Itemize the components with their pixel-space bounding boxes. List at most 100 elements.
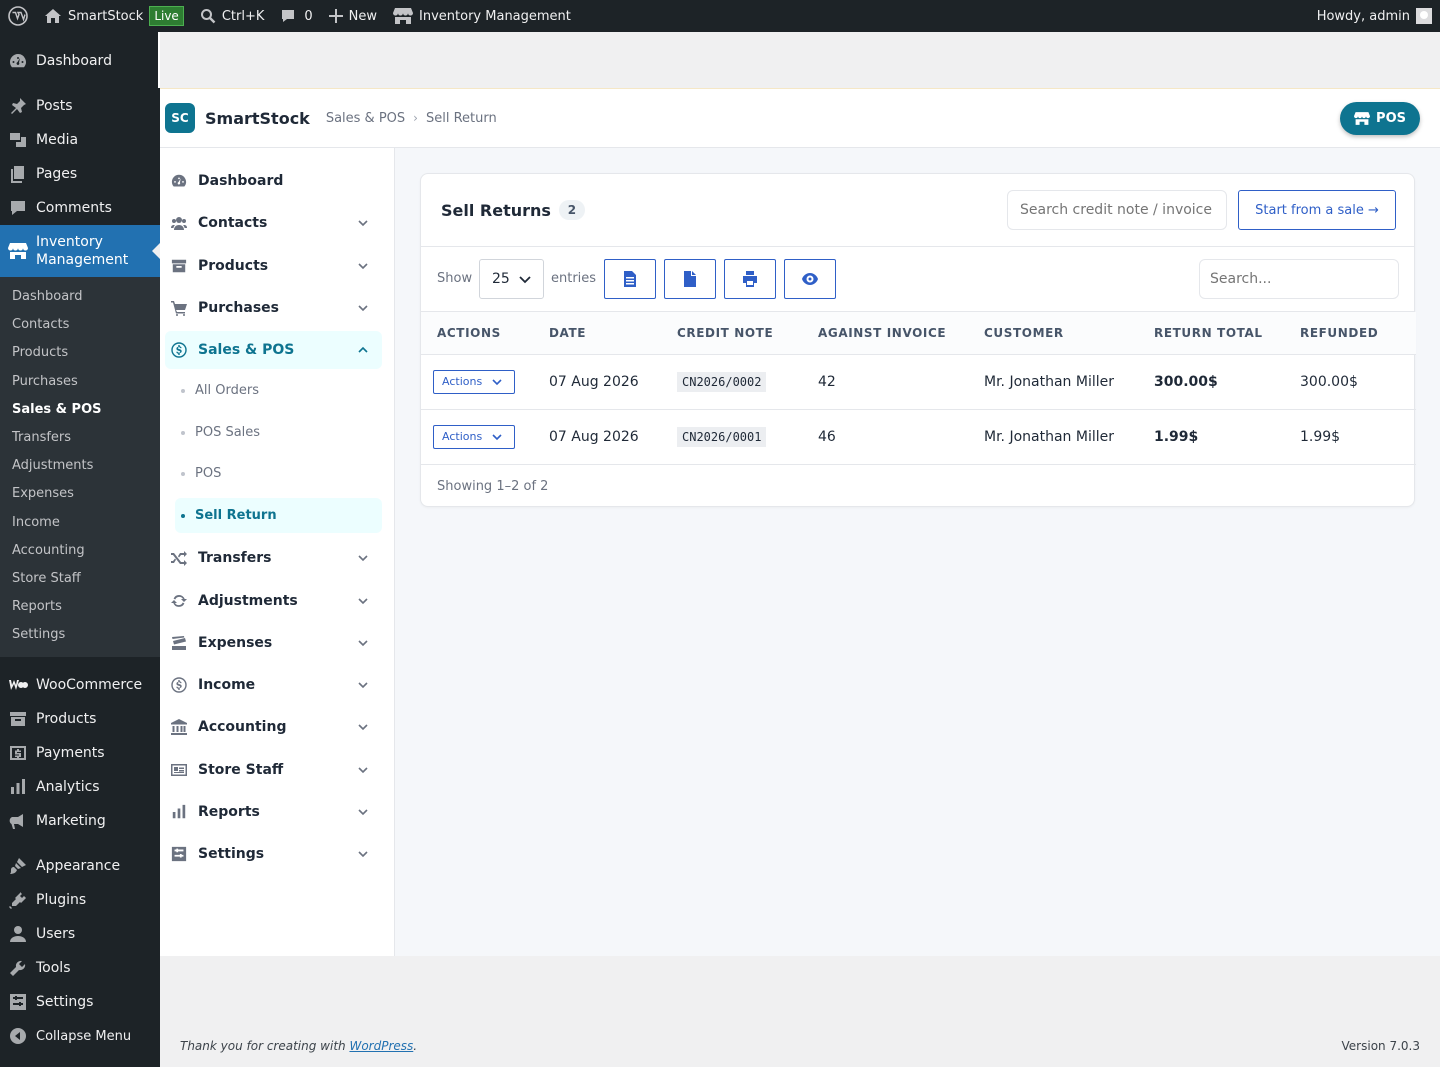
sidebar-item-contacts[interactable]: Contacts (165, 204, 382, 242)
wp-menu-products[interactable]: Products (0, 702, 160, 736)
wp-menu-dashboard[interactable]: Dashboard (0, 44, 160, 78)
sidebar-item-store-staff[interactable]: Store Staff (165, 751, 382, 789)
column-header-date[interactable]: DATE (549, 312, 677, 355)
column-header-against-invoice[interactable]: AGAINST INVOICE (818, 312, 984, 355)
sidebar-subitem-pos[interactable]: POS (175, 456, 382, 491)
sidebar-item-purchases[interactable]: Purchases (165, 289, 382, 327)
wp-submenu-store-staff[interactable]: Store Staff (0, 565, 160, 593)
table-toolbar: Show 25 entries (421, 247, 1414, 312)
wp-submenu-contacts[interactable]: Contacts (0, 311, 160, 339)
new-content-button[interactable]: New (321, 0, 385, 32)
wp-menu-payments[interactable]: Payments (0, 736, 160, 770)
sidebar-item-accounting[interactable]: Accounting (165, 708, 382, 746)
sidebar-item-label: Contacts (198, 215, 268, 231)
wp-submenu-income[interactable]: Income (0, 509, 160, 537)
wp-menu-settings[interactable]: Settings (0, 985, 160, 1019)
site-name-link[interactable]: SmartStock Live (36, 0, 192, 32)
sidebar-item-reports[interactable]: Reports (165, 793, 382, 831)
print-button[interactable] (724, 259, 776, 299)
wp-menu-posts[interactable]: Posts (0, 89, 160, 123)
wp-submenu-purchases[interactable]: Purchases (0, 368, 160, 396)
wp-submenu-settings[interactable]: Settings (0, 621, 160, 649)
sidebar-subitem-pos-sales[interactable]: POS Sales (175, 415, 382, 450)
sidebar-item-label: Expenses (198, 635, 273, 651)
sidebar-item-income[interactable]: Income (165, 666, 382, 704)
column-visibility-button[interactable] (784, 259, 836, 299)
column-header-return-total[interactable]: RETURN TOTAL (1154, 312, 1300, 355)
shortcut-label: Ctrl+K (221, 8, 265, 24)
chevron-down-icon (358, 763, 368, 774)
archive-icon (8, 709, 28, 729)
wordpress-link[interactable]: WordPress (349, 1039, 413, 1053)
start-from-sale-button[interactable]: Start from a sale → (1238, 190, 1396, 230)
export-pdf-button[interactable] (664, 259, 716, 299)
column-header-credit-note[interactable]: CREDIT NOTE (677, 312, 818, 355)
wp-submenu-accounting[interactable]: Accounting (0, 537, 160, 565)
sidebar-item-products[interactable]: Products (165, 247, 382, 285)
wp-menu-tools[interactable]: Tools (0, 951, 160, 985)
chevron-down-icon (492, 433, 502, 440)
wordpress-logo-icon[interactable] (0, 0, 36, 32)
sidebar-item-expenses[interactable]: Expenses (165, 624, 382, 662)
comments-link[interactable]: 0 (272, 0, 320, 32)
sidebar-item-adjustments[interactable]: Adjustments (165, 582, 382, 620)
pages-icon (8, 164, 28, 184)
credit-note-search-input[interactable] (1007, 190, 1227, 230)
collapse-menu-button[interactable]: Collapse Menu (0, 1019, 160, 1053)
chevron-down-icon (519, 276, 531, 284)
page-size-value: 25 (492, 271, 510, 287)
wp-menu-label: Media (36, 132, 79, 148)
brand-name: SmartStock (205, 108, 310, 128)
wp-menu-woocommerce[interactable]: WooCommerce (0, 668, 160, 702)
wp-menu-media[interactable]: Media (0, 123, 160, 157)
wp-submenu-reports[interactable]: Reports (0, 593, 160, 621)
dollar-circle-icon (170, 676, 188, 694)
woocommerce-icon (8, 675, 28, 695)
media-icon (8, 130, 28, 150)
wrench-icon (8, 958, 28, 978)
wp-menu-label: Posts (36, 98, 73, 114)
wp-menu-pages[interactable]: Pages (0, 157, 160, 191)
wp-submenu-dashboard[interactable]: Dashboard (0, 283, 160, 311)
sidebar-subitem-sell-return[interactable]: Sell Return (175, 498, 382, 533)
sidebar-subitem-all-orders[interactable]: All Orders (175, 373, 382, 408)
store-icon (393, 7, 414, 25)
wp-submenu-adjustments[interactable]: Adjustments (0, 452, 160, 480)
sidebar-item-sales-pos[interactable]: Sales & POS (165, 331, 382, 369)
new-label: New (348, 8, 378, 24)
wp-menu-users[interactable]: Users (0, 917, 160, 951)
my-account-link[interactable]: Howdy, admin (1317, 8, 1440, 24)
wp-menu-marketing[interactable]: Marketing (0, 804, 160, 838)
sidebar-item-transfers[interactable]: Transfers (165, 539, 382, 577)
column-header-refunded[interactable]: REFUNDED (1300, 312, 1416, 355)
pos-button-label: POS (1376, 111, 1406, 126)
breadcrumb-parent[interactable]: Sales & POS (326, 111, 405, 126)
row-actions-button[interactable]: Actions (433, 424, 515, 449)
inventory-management-link[interactable]: Inventory Management (385, 0, 579, 32)
count-badge: 2 (558, 200, 585, 220)
wp-menu-plugins[interactable]: Plugins (0, 883, 160, 917)
wp-menu-comments[interactable]: Comments (0, 191, 160, 225)
sidebar-item-settings[interactable]: Settings (165, 835, 382, 873)
wp-submenu-expenses[interactable]: Expenses (0, 480, 160, 508)
wp-menu-analytics[interactable]: Analytics (0, 770, 160, 804)
breadcrumb: Sales & POS › Sell Return (326, 111, 497, 126)
payments-icon (8, 743, 28, 763)
column-header-customer[interactable]: CUSTOMER (984, 312, 1154, 355)
table-search-input[interactable] (1199, 259, 1399, 299)
pos-button[interactable]: POS (1340, 102, 1420, 135)
wp-submenu-sales-pos[interactable]: Sales & POS (0, 396, 160, 424)
command-palette-button[interactable]: Ctrl+K (192, 0, 273, 32)
row-actions-button[interactable]: Actions (433, 369, 515, 394)
card-header: Sell Returns 2 Start from a sale → (421, 174, 1414, 247)
wp-submenu-transfers[interactable]: Transfers (0, 424, 160, 452)
page-size-select[interactable]: 25 (479, 259, 544, 299)
wp-submenu-products[interactable]: Products (0, 339, 160, 367)
export-csv-button[interactable] (604, 259, 656, 299)
wp-menu-inventory-management[interactable]: Inventory Management (0, 225, 160, 277)
search-icon (200, 8, 216, 24)
dashboard-icon (170, 172, 188, 190)
chevron-down-icon (358, 847, 368, 858)
wp-menu-appearance[interactable]: Appearance (0, 849, 160, 883)
sidebar-item-dashboard[interactable]: Dashboard (165, 162, 382, 200)
